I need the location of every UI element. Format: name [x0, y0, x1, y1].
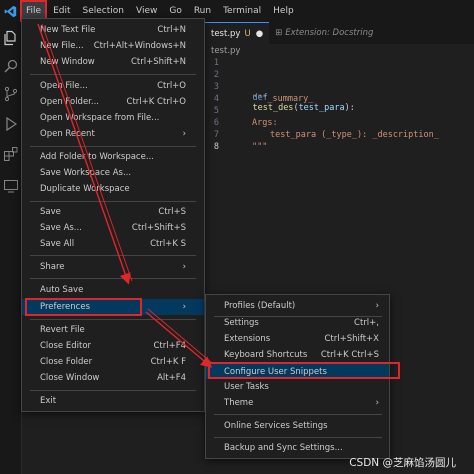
annotation-arrow-preferences-to-snippets — [145, 311, 213, 368]
annotation-arrow-file-to-preferences — [37, 23, 131, 285]
watermark: CSDN @芝麻馅汤圆儿 — [349, 457, 456, 469]
annotation-arrows — [37, 23, 213, 368]
